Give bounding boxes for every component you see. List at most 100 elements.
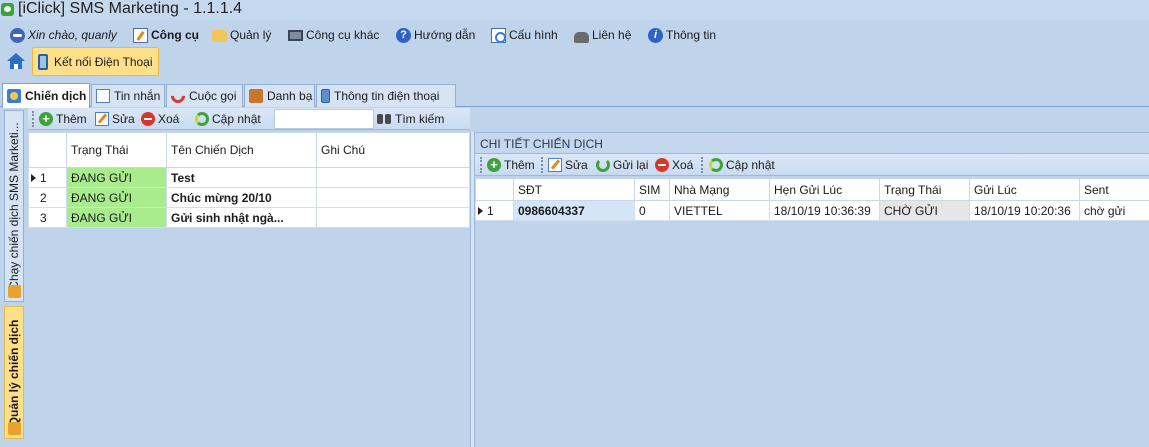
info-icon: i <box>648 27 663 43</box>
status-cell[interactable]: ĐANG GỬI <box>66 167 167 188</box>
menu-manage[interactable]: Quản lý <box>212 26 271 44</box>
search-button[interactable]: Tìm kiếm <box>376 111 444 127</box>
current-row-arrow-icon <box>478 207 483 216</box>
tab-calls-label: Cuộc gọi <box>189 89 237 103</box>
column-header-status[interactable]: Trạng Thái <box>66 132 167 168</box>
row-header[interactable]: 3 <box>28 207 67 228</box>
delete-icon <box>655 158 669 172</box>
status-cell[interactable]: CHỜ GỬI <box>879 200 970 221</box>
detail-grid-header: SĐT SIM Nhà Mạng Hẹn Gửi Lúc Trạng Thái … <box>475 178 1149 201</box>
tab-contacts[interactable]: Danh bạ <box>244 84 315 107</box>
table-row[interactable]: 1 ĐANG GỬI Test <box>28 167 470 188</box>
carrier-cell[interactable]: VIETTEL <box>669 200 770 221</box>
add-label: Thêm <box>504 158 535 172</box>
row-index: 1 <box>487 203 494 218</box>
side-tab-run-campaign[interactable]: Chạy chiến dịch SMS Marketi... <box>4 110 24 302</box>
config-icon <box>491 27 506 43</box>
edit-label: Sửa <box>112 112 135 126</box>
call-icon <box>168 86 188 106</box>
delete-detail-button[interactable]: Xoá <box>655 157 693 173</box>
note-cell[interactable] <box>316 187 470 208</box>
menu-help[interactable]: ? Hướng dẫn <box>396 26 475 44</box>
device-icon <box>38 53 48 70</box>
menu-bar: Xin chào, quanly Công cụ Quản lý Công cụ… <box>0 22 1149 46</box>
phone-cell[interactable]: 0986604337 <box>513 200 635 221</box>
tab-calls[interactable]: Cuộc gọi <box>166 84 243 107</box>
column-header-status[interactable]: Trạng Thái <box>879 178 970 201</box>
column-header-sim[interactable]: SIM <box>634 178 670 201</box>
scheduled-cell[interactable]: 18/10/19 10:36:39 <box>769 200 880 221</box>
row-header[interactable]: 1 <box>28 167 67 188</box>
detail-grid: SĐT SIM Nhà Mạng Hẹn Gửi Lúc Trạng Thái … <box>475 178 1149 221</box>
resend-button[interactable]: Gửi lại <box>596 157 648 173</box>
menu-greeting[interactable]: Xin chào, quanly <box>10 26 117 44</box>
refresh-icon <box>709 158 723 172</box>
tab-campaign-label: Chiến dịch <box>25 89 87 103</box>
delete-icon <box>141 112 155 126</box>
status-cell[interactable]: ĐANG GỬI <box>66 187 167 208</box>
toolbar-separator <box>541 157 543 173</box>
sent-cell[interactable]: chờ gửi <box>1079 200 1149 221</box>
connect-phone-label: Kết nối Điện Thoại <box>54 54 153 69</box>
row-header[interactable]: 1 <box>475 200 514 221</box>
refresh-campaign-button[interactable]: Cập nhật <box>195 111 261 127</box>
folder-icon <box>212 30 227 42</box>
note-cell[interactable] <box>316 207 470 228</box>
tab-campaign[interactable]: Chiến dịch <box>2 83 90 108</box>
tools-icon <box>133 27 148 43</box>
add-campaign-button[interactable]: + Thêm <box>39 111 87 127</box>
search-input[interactable] <box>274 109 374 129</box>
edit-detail-button[interactable]: Sửa <box>548 157 588 173</box>
column-header-carrier[interactable]: Nhà Mạng <box>669 178 770 201</box>
side-tab-manage-campaign-label: Quản lý chiến dịch <box>7 319 21 426</box>
row-header-corner <box>28 132 67 168</box>
refresh-label: Cập nhật <box>212 112 261 126</box>
row-header-corner <box>475 178 514 201</box>
menu-info-label: Thông tin <box>666 28 717 42</box>
menu-contact[interactable]: Liên hệ <box>574 26 631 44</box>
menu-other-tools[interactable]: Công cụ khác <box>288 26 379 44</box>
home-icon <box>7 53 25 61</box>
campaign-manage-icon <box>8 422 21 435</box>
user-icon <box>10 27 25 43</box>
edit-campaign-button[interactable]: Sửa <box>95 111 135 127</box>
toolbar-grip[interactable] <box>32 111 34 127</box>
tab-messages[interactable]: Tin nhắn <box>91 84 165 107</box>
column-header-name[interactable]: Tên Chiến Dịch <box>166 132 317 168</box>
menu-config-label: Cấu hình <box>509 28 558 42</box>
laptop-icon <box>288 29 303 41</box>
home-button[interactable] <box>6 52 26 72</box>
side-tab-manage-campaign[interactable]: Quản lý chiến dịch <box>4 306 24 439</box>
delete-campaign-button[interactable]: Xoá <box>141 111 179 127</box>
menu-config[interactable]: Cấu hình <box>491 26 558 44</box>
table-row[interactable]: 2 ĐANG GỬI Chúc mừng 20/10 <box>28 187 470 208</box>
side-tabs: Chạy chiến dịch SMS Marketi... Quản lý c… <box>2 110 28 447</box>
campaign-name-cell[interactable]: Gửi sinh nhật ngà... <box>166 207 317 228</box>
note-cell[interactable] <box>316 167 470 188</box>
campaign-grid: Trạng Thái Tên Chiến Dịch Ghi Chú 1 ĐANG… <box>28 132 470 228</box>
status-cell[interactable]: ĐANG GỬI <box>66 207 167 228</box>
column-header-scheduled[interactable]: Hẹn Gửi Lúc <box>769 178 880 201</box>
app-icon <box>1 3 14 16</box>
column-header-sent[interactable]: Sent <box>1079 178 1149 201</box>
campaign-name-cell[interactable]: Test <box>166 167 317 188</box>
row-header[interactable]: 2 <box>28 187 67 208</box>
table-row[interactable]: 3 ĐANG GỬI Gửi sinh nhật ngà... <box>28 207 470 228</box>
column-header-sent-at[interactable]: Gửi Lúc <box>969 178 1080 201</box>
refresh-detail-button[interactable]: Cập nhật <box>709 157 775 173</box>
menu-info[interactable]: i Thông tin <box>648 26 716 44</box>
tab-phone-info[interactable]: Thông tin điện thoại <box>316 84 456 107</box>
delete-label: Xoá <box>158 112 180 126</box>
side-tab-run-campaign-label: Chạy chiến dịch SMS Marketi... <box>7 122 21 290</box>
sent-at-cell[interactable]: 18/10/19 10:20:36 <box>969 200 1080 221</box>
table-row[interactable]: 1 0986604337 0 VIETTEL 18/10/19 10:36:39… <box>475 200 1149 221</box>
tab-phone-info-label: Thông tin điện thoại <box>334 89 440 103</box>
sim-cell[interactable]: 0 <box>634 200 670 221</box>
toolbar-grip[interactable] <box>480 157 482 173</box>
campaign-name-cell[interactable]: Chúc mừng 20/10 <box>166 187 317 208</box>
menu-tools[interactable]: Công cụ <box>133 26 199 44</box>
column-header-note[interactable]: Ghi Chú <box>316 132 470 168</box>
connect-phone-button[interactable]: Kết nối Điện Thoại <box>32 47 159 76</box>
column-header-phone[interactable]: SĐT <box>513 178 635 201</box>
add-detail-button[interactable]: + Thêm <box>487 157 535 173</box>
